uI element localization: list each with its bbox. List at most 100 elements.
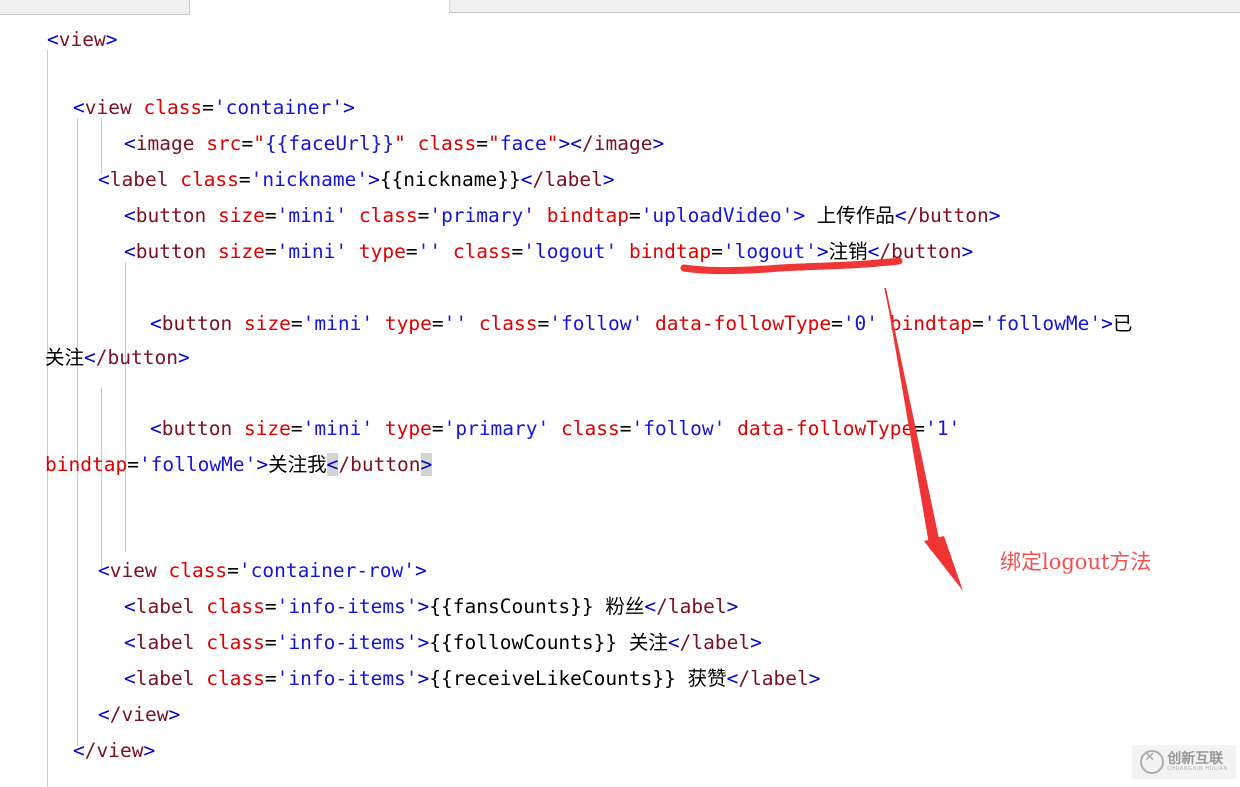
- code-line[interactable]: <view class='container'>: [73, 90, 355, 126]
- annotation-note-text: 绑定logout方法: [1000, 550, 1152, 574]
- code-token: >: [652, 132, 665, 155]
- code-token: <: [73, 739, 85, 762]
- code-token: >: [417, 595, 430, 618]
- code-token: 'logout': [523, 240, 618, 263]
- code-line[interactable]: <label class='nickname'>{{nickname}}</la…: [98, 162, 615, 198]
- watermark-logo-icon: [1140, 750, 1165, 774]
- code-line[interactable]: </view>: [73, 733, 155, 769]
- code-line[interactable]: <button size='mini' type='' class='logou…: [124, 234, 973, 270]
- code-token: bindtap: [546, 204, 629, 227]
- code-token: <: [867, 240, 880, 263]
- code-token: /button: [906, 204, 989, 227]
- code-line[interactable]: <image src="{{faceUrl}}" class="face"></…: [124, 126, 664, 162]
- code-token: 'logout': [722, 240, 817, 263]
- code-token: class: [417, 132, 477, 155]
- code-line[interactable]: <button size='mini' type='' class='follo…: [150, 306, 1132, 342]
- code-token: =: [537, 312, 550, 335]
- code-token: =: [264, 595, 277, 618]
- code-token: size: [217, 240, 265, 263]
- code-token: <: [667, 631, 680, 654]
- code-token: =: [628, 204, 641, 227]
- code-token: =: [290, 417, 303, 440]
- code-token: >: [793, 204, 806, 227]
- code-token: =: [431, 417, 444, 440]
- code-editor[interactable]: <view> <view class='container'> <image src…: [0, 18, 1240, 787]
- code-token: =: [227, 559, 239, 582]
- code-token: button: [161, 312, 233, 335]
- editor-tab[interactable]: [0, 0, 190, 15]
- code-token: 'info-items': [276, 631, 418, 654]
- code-token: '1': [925, 417, 961, 440]
- code-token: button: [161, 417, 233, 440]
- code-token: class: [206, 667, 265, 690]
- code-line[interactable]: </view>: [98, 697, 180, 733]
- code-token: {{faceUrl}}: [264, 132, 395, 155]
- code-token: face: [499, 132, 547, 155]
- code-token: 'follow': [631, 417, 726, 440]
- code-token: <: [84, 346, 96, 369]
- code-line[interactable]: <label class='info-items'>{{followCounts…: [124, 625, 762, 661]
- code-token: =: [238, 168, 251, 191]
- code-token: 'mini': [276, 204, 348, 227]
- code-token: 'mini': [302, 417, 374, 440]
- code-token: /button: [338, 453, 421, 476]
- code-token: class: [452, 240, 512, 263]
- code-token: =: [913, 417, 925, 440]
- code-token: >: [420, 453, 433, 476]
- code-token: =: [202, 96, 214, 119]
- code-line[interactable]: <view>: [47, 22, 117, 58]
- code-token: 'info-items': [276, 667, 418, 690]
- code-token: ": [546, 132, 559, 155]
- code-token: >: [961, 240, 974, 263]
- code-token: '': [443, 312, 468, 335]
- code-token: size: [243, 417, 291, 440]
- indent-guide: [125, 262, 126, 552]
- code-line[interactable]: <button size='mini' type='primary' class…: [150, 411, 960, 447]
- code-token: label: [135, 631, 195, 654]
- code-token: >: [105, 28, 118, 51]
- code-line[interactable]: <view class='container-row'>: [98, 553, 427, 589]
- code-token: size: [243, 312, 291, 335]
- code-line[interactable]: 关注</button>: [45, 340, 190, 376]
- side-panel-header[interactable]: [449, 0, 1240, 13]
- code-token: =: [431, 312, 444, 335]
- code-token: 'info-items': [276, 595, 418, 618]
- code-token: {{followCounts}} 关注: [429, 631, 668, 654]
- code-token: data-followType: [654, 312, 832, 335]
- code-token: class: [561, 417, 620, 440]
- code-line[interactable]: <label class='info-items'>{{receiveLikeC…: [124, 661, 821, 697]
- code-token: <: [726, 667, 739, 690]
- indent-guide: [77, 118, 78, 746]
- code-token: >: [256, 453, 269, 476]
- code-token: data-followType: [737, 417, 914, 440]
- code-token: ": [488, 132, 500, 155]
- code-token: >: [558, 132, 571, 155]
- code-token: <: [124, 204, 136, 227]
- code-token: button: [135, 204, 207, 227]
- code-token: >: [168, 703, 181, 726]
- code-token: /view: [84, 739, 144, 762]
- code-line[interactable]: <label class='info-items'>{{fansCounts}}…: [124, 589, 738, 625]
- code-token: 'nickname': [250, 168, 369, 191]
- code-token: 'container': [213, 96, 344, 119]
- code-line[interactable]: bindtap='followMe'>关注我</button>: [45, 447, 433, 483]
- code-token: =: [711, 240, 723, 263]
- code-token: /view: [109, 703, 169, 726]
- code-token: 已: [1112, 312, 1133, 335]
- code-token: <: [124, 132, 136, 155]
- code-token: =: [264, 631, 277, 654]
- code-line[interactable]: <button size='mini' class='primary' bind…: [124, 198, 1001, 234]
- code-token: >: [143, 739, 156, 762]
- code-token: 上传作品: [805, 204, 895, 227]
- code-token: >: [750, 631, 762, 654]
- code-token: /button: [879, 240, 962, 263]
